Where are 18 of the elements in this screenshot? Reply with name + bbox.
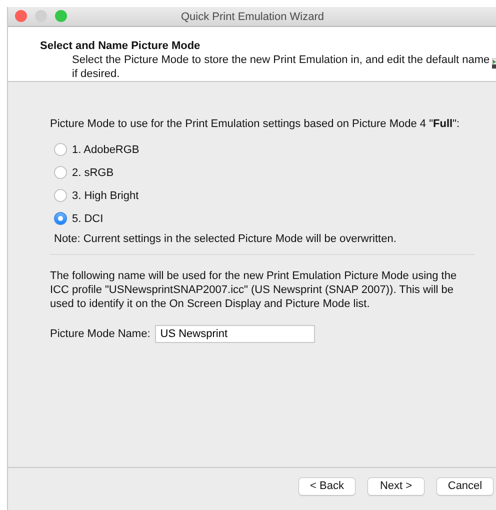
step-description: Select the Picture Mode to store the new Print Emulation in, and edit the default name if desired. <box>71 53 491 81</box>
field-label: Picture Mode Name: <box>50 328 150 340</box>
prompt-text: Picture Mode to use for the Print Emulation settings based on Picture Mode 4 "Full": <box>50 118 461 130</box>
note-text: Note: Current settings in the selected Picture Mode will be overwritten. <box>53 233 398 245</box>
name-input-field[interactable]: US Newsprint <box>155 325 316 343</box>
wizard-button[interactable]: < Back <box>299 478 355 494</box>
step-title: Select and Name Picture Mode <box>40 40 202 52</box>
radio-option[interactable]: 2. sRGB <box>50 161 475 184</box>
wizard-button[interactable]: Cancel <box>437 478 493 494</box>
wizard-button[interactable]: Next > <box>368 478 424 494</box>
window-title: Quick Print Emulation Wizard <box>180 10 324 22</box>
explanation-text: The following name will be used for the new Print Emulation Picture Mode using the ICC profile "USNewsprintSNAP2007.icc" (US Newsprint (SNAP 2007)). This will be used to identify it on the On Screen Display and Picture Mode list. <box>50 269 458 311</box>
close-button[interactable] <box>15 10 27 22</box>
radio-option[interactable]: 5. DCI <box>50 207 475 230</box>
radio-option[interactable]: 1. AdobeRGB <box>50 138 475 161</box>
minimize-button[interactable] <box>35 10 47 22</box>
zoom-button[interactable] <box>55 10 67 22</box>
radio-option[interactable]: 3. High Bright <box>50 184 475 207</box>
